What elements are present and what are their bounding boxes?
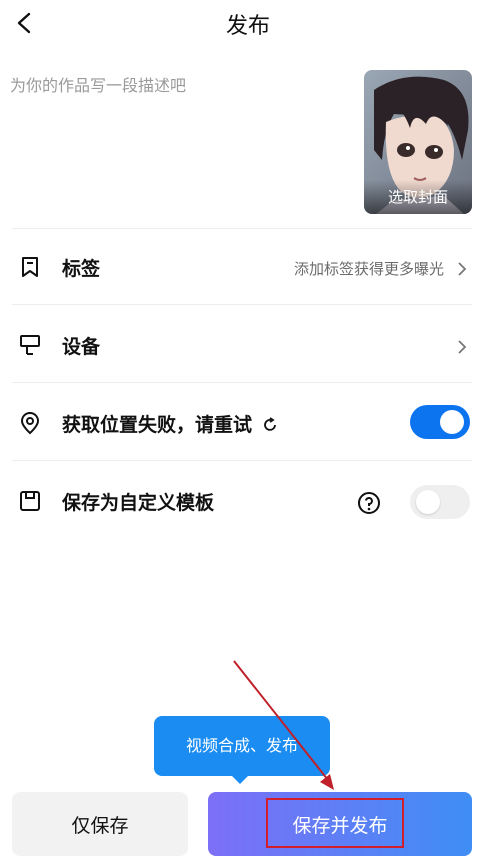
cover-picker[interactable]: 选取封面 xyxy=(364,70,472,214)
back-arrow-icon xyxy=(17,12,31,34)
page-title: 发布 xyxy=(225,14,270,39)
location-pin-icon xyxy=(18,411,42,435)
chevron-right-icon xyxy=(458,340,467,354)
tags-hint: 添加标签获得更多曝光 xyxy=(293,260,444,278)
tooltip-arrow xyxy=(230,774,250,784)
tags-row[interactable]: 标签 添加标签获得更多曝光 xyxy=(0,229,496,304)
location-row: 获取位置失败，请重试 xyxy=(0,383,496,460)
toggle-knob xyxy=(440,410,464,434)
save-icon xyxy=(18,489,42,513)
back-button[interactable] xyxy=(8,6,42,40)
refresh-icon[interactable] xyxy=(262,417,278,433)
cover-label: 选取封面 xyxy=(364,180,472,214)
save-and-publish-button[interactable]: 保存并发布 xyxy=(208,792,472,856)
device-icon xyxy=(18,333,42,357)
template-row: 保存为自定义模板 xyxy=(0,461,496,541)
tags-label: 标签 xyxy=(62,258,101,280)
description-input[interactable] xyxy=(10,72,340,212)
tooltip: 视频合成、发布 xyxy=(154,716,330,776)
device-label: 设备 xyxy=(62,336,101,358)
help-icon[interactable] xyxy=(357,491,381,515)
location-toggle[interactable] xyxy=(410,405,470,439)
location-retry-label[interactable]: 获取位置失败，请重试 xyxy=(62,410,278,437)
template-label: 保存为自定义模板 xyxy=(62,492,215,514)
bookmark-icon xyxy=(18,255,42,279)
save-only-button[interactable]: 仅保存 xyxy=(12,792,188,856)
location-label: 获取位置失败，请重试 xyxy=(62,414,253,436)
device-row[interactable]: 设备 xyxy=(0,305,496,382)
chevron-right-icon xyxy=(458,262,467,276)
template-toggle[interactable] xyxy=(410,485,470,519)
top-bar: 发布 xyxy=(0,0,496,48)
toggle-knob xyxy=(416,490,440,514)
